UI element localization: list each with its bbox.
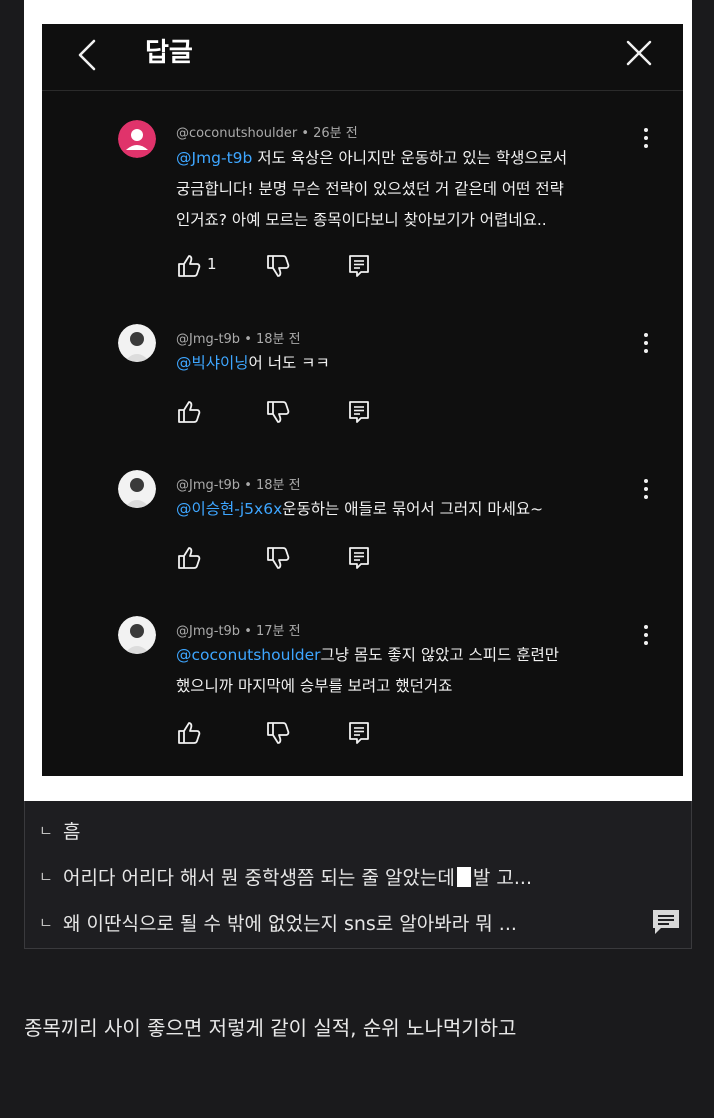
comment-time: 17분 전 — [256, 624, 301, 639]
avatar[interactable] — [118, 324, 156, 362]
thumb-down-icon[interactable] — [265, 720, 291, 746]
comment-text-line: 저도 육상은 아니지만 운동하고 있는 학생으로서 — [252, 149, 568, 167]
comment-text-line: 운동하는 애들로 묶어서 그러지 마세요~ — [282, 500, 544, 518]
page-title: 답글 — [145, 38, 193, 68]
comment-text: @빅샤이닝어 너도 ㅋㅋ — [176, 348, 646, 379]
reply-icon[interactable] — [346, 399, 372, 425]
comment-text: @Jmg-t9b 저도 육상은 아니지만 운동하고 있는 학생으로서 궁금합니다… — [176, 143, 646, 236]
thread-reply-text: 발 고... — [472, 867, 533, 889]
comment-time: 26분 전 — [313, 126, 358, 141]
reply-icon[interactable] — [346, 720, 372, 746]
thumb-down-icon[interactable] — [265, 399, 291, 425]
user-icon — [118, 324, 156, 362]
mention-link[interactable]: @빅샤이닝 — [176, 354, 249, 372]
avatar[interactable] — [118, 470, 156, 508]
comment-actions — [176, 720, 476, 748]
comment-author[interactable]: @coconutshoulder — [176, 126, 297, 141]
comment-meta: @coconutshoulder • 26분 전 — [176, 126, 358, 141]
replies-screen: 답글 @coconutshoulder • 26분 전 @Jmg-t9b 저도 … — [42, 24, 683, 776]
reply-marker: ㄴ — [39, 914, 53, 932]
comment-text-line: 어 너도 ㅋㅋ — [248, 354, 330, 372]
comment-actions — [176, 545, 476, 573]
close-icon[interactable] — [625, 39, 653, 67]
thumb-up-icon[interactable] — [176, 545, 202, 571]
user-icon — [118, 616, 156, 654]
thread-reply[interactable]: ㄴ흠 — [39, 817, 80, 844]
kebab-icon[interactable] — [638, 331, 654, 355]
kebab-icon[interactable] — [638, 623, 654, 647]
thread-reply[interactable]: ㄴ 왜 이딴식으로 될 수 밖에 없었는지 sns로 알아봐라 뭐 ... — [39, 909, 517, 936]
kebab-icon[interactable] — [638, 477, 654, 501]
mention-link[interactable]: @coconutshoulder — [176, 646, 321, 664]
comment-author[interactable]: @Jmg-t9b — [176, 478, 240, 493]
mention-link[interactable]: @이승현-j5x6x — [176, 500, 282, 518]
comment-author[interactable]: @Jmg-t9b — [176, 624, 240, 639]
thumb-up-icon[interactable] — [176, 253, 202, 279]
header-divider — [42, 90, 683, 91]
kebab-icon[interactable] — [638, 126, 654, 150]
post-body-text: 종목끼리 사이 좋으면 저렇게 같이 실적, 순위 노나먹기하고 — [24, 1016, 517, 1040]
comment-meta: @Jmg-t9b • 17분 전 — [176, 624, 301, 639]
avatar[interactable] — [118, 120, 156, 158]
user-icon — [118, 470, 156, 508]
censor-block — [456, 867, 471, 887]
comment-actions: 1 — [176, 253, 476, 281]
avatar[interactable] — [118, 616, 156, 654]
reply-marker: ㄴ — [39, 868, 53, 886]
comment-text-line: 그냥 몸도 좋지 않았고 스피드 훈련만 — [320, 646, 560, 664]
comment-author[interactable]: @Jmg-t9b — [176, 332, 240, 347]
comment-meta: @Jmg-t9b • 18분 전 — [176, 332, 301, 347]
thread-reply-text: 어리다 어리다 해서 뭔 중학생쯤 되는 줄 알았는데 — [63, 867, 455, 889]
reply-icon[interactable] — [346, 253, 372, 279]
comment-time: 18분 전 — [256, 332, 301, 347]
message-icon[interactable] — [651, 908, 681, 936]
thumb-down-icon[interactable] — [265, 545, 291, 571]
thumb-down-icon[interactable] — [265, 253, 291, 279]
thread-reply-text: 흠 — [63, 821, 81, 843]
thread-reply-text: 왜 이딴식으로 될 수 밖에 없었는지 sns로 알아봐라 뭐 ... — [63, 913, 517, 935]
comment-meta: @Jmg-t9b • 18분 전 — [176, 478, 301, 493]
thumb-up-icon[interactable] — [176, 720, 202, 746]
like-count: 1 — [207, 255, 217, 273]
thread-reply[interactable]: ㄴ 어리다 어리다 해서 뭔 중학생쯤 되는 줄 알았는데 발 고... — [39, 863, 532, 890]
comment-text-line: 인거죠? 아예 모르는 종목이다보니 찾아보기가 어렵네요.. — [176, 211, 547, 229]
mention-link[interactable]: @Jmg-t9b — [176, 149, 252, 167]
comment-text-line: 했으니까 마지막에 승부를 보려고 했던거죠 — [176, 677, 453, 695]
back-arrow-icon[interactable] — [72, 38, 106, 72]
thumb-up-icon[interactable] — [176, 399, 202, 425]
reply-icon[interactable] — [346, 545, 372, 571]
comment-thread: ㄴ흠 ㄴ 어리다 어리다 해서 뭔 중학생쯤 되는 줄 알았는데 발 고... ㄴ왜… — [24, 801, 692, 949]
comment-time: 18분 전 — [256, 478, 301, 493]
comment-actions — [176, 399, 476, 427]
reply-marker: ㄴ — [39, 822, 53, 840]
comment-text: @이승현-j5x6x운동하는 애들로 묶어서 그러지 마세요~ — [176, 494, 646, 525]
user-icon — [118, 120, 156, 158]
comment-text: @coconutshoulder그냥 몸도 좋지 않았고 스피드 훈련만 했으니… — [176, 640, 646, 702]
comment-text-line: 궁금합니다! 분명 무슨 전략이 있으셨던 거 같은데 어떤 전략 — [176, 180, 564, 198]
